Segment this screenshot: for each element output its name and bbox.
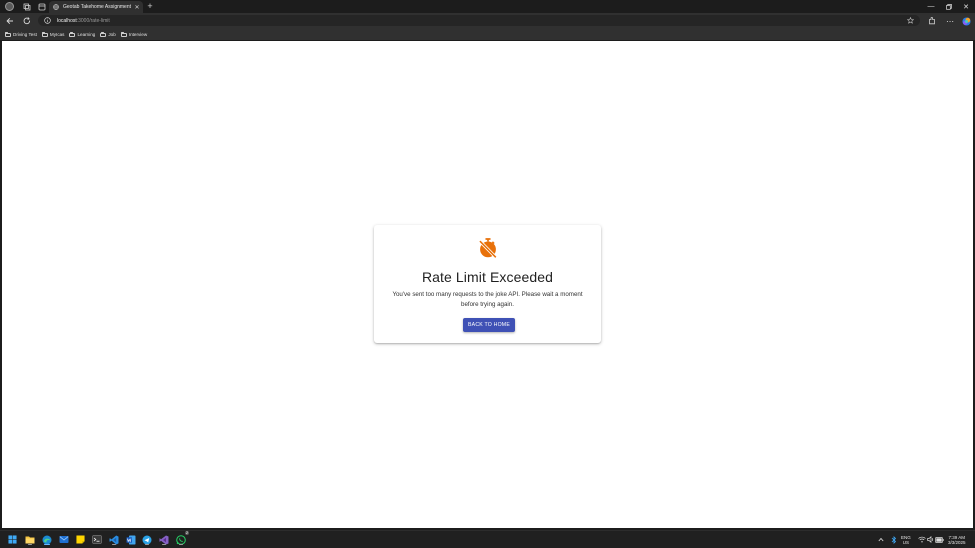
more-options-icon[interactable]: ⋯ — [945, 16, 955, 26]
extensions-icon[interactable] — [927, 16, 937, 26]
page-title: Rate Limit Exceeded — [421, 269, 554, 285]
whatsapp-icon[interactable]: 2 — [175, 531, 189, 545]
rate-limit-card: Rate Limit Exceeded You've sent too many… — [374, 225, 601, 343]
profile-avatar[interactable] — [5, 2, 14, 11]
notification-badge: 2 — [185, 531, 189, 535]
folder-icon — [100, 31, 107, 37]
window-close-icon[interactable]: ✕ — [957, 0, 975, 13]
bookmark-label: Learning — [77, 32, 96, 37]
mail-icon[interactable] — [58, 534, 69, 545]
folder-icon — [69, 31, 76, 37]
copilot-icon[interactable] — [961, 16, 971, 26]
edge-browser-icon[interactable] — [41, 534, 52, 545]
taskbar: 2 ENG US 7:39 AM 3/3/2025 — [0, 530, 975, 548]
clock[interactable]: 7:39 AM 3/3/2025 — [948, 535, 966, 545]
page-viewport: Rate Limit Exceeded You've sent too many… — [2, 41, 973, 528]
back-arrow-icon[interactable] — [5, 16, 15, 26]
running-indicator — [27, 544, 32, 545]
message-line-2: before trying again. — [461, 300, 514, 308]
file-explorer-icon[interactable] — [24, 534, 35, 545]
bookmark-label: Job — [108, 32, 116, 37]
folder-icon — [5, 31, 11, 37]
clock-date: 3/3/2025 — [948, 540, 966, 545]
region-code: US — [902, 540, 910, 545]
bookmark-folder[interactable]: Learning — [69, 31, 96, 37]
new-tab-icon[interactable]: + — [146, 1, 154, 12]
bookmarks-bar: Driving Test MyIcas Learning Job Intervi… — [0, 29, 975, 40]
start-windows-icon[interactable] — [7, 534, 18, 545]
running-indicator — [111, 544, 116, 545]
chat-app-icon[interactable] — [141, 534, 152, 545]
sticky-notes-icon[interactable] — [75, 534, 86, 545]
running-indicator — [144, 544, 149, 545]
running-indicator — [161, 544, 166, 545]
favorite-star-icon[interactable] — [907, 17, 914, 24]
bookmark-folder[interactable]: Interview — [120, 31, 148, 37]
bookmark-folder[interactable]: MyIcas — [41, 31, 65, 37]
bluetooth-icon[interactable] — [888, 534, 899, 545]
bookmark-label: Driving Test — [13, 32, 37, 37]
tab-strip: Geotab Takehome Assignment ✕ + — ✕ — [0, 0, 975, 13]
bookmark-label: Interview — [128, 32, 148, 37]
tab-close-icon[interactable]: ✕ — [133, 4, 141, 11]
bookmark-folder[interactable]: Job — [100, 31, 116, 37]
alarm-off-icon — [478, 238, 497, 259]
workspaces-icon[interactable] — [22, 2, 31, 11]
url-path: :3000/rate-limit — [76, 17, 110, 24]
vscode-icon[interactable] — [108, 534, 119, 545]
tab-actions-icon[interactable] — [37, 2, 46, 11]
address-bar[interactable]: localhost:3000/rate-limit — [38, 15, 920, 26]
back-to-home-button[interactable]: BACK TO HOME — [463, 318, 515, 332]
restore-icon[interactable] — [940, 0, 958, 13]
tab-active[interactable]: Geotab Takehome Assignment ✕ — [49, 1, 143, 13]
running-indicator — [43, 544, 50, 545]
tab-title: Geotab Takehome Assignment — [63, 4, 132, 10]
visual-studio-icon[interactable] — [158, 534, 169, 545]
word-icon[interactable] — [125, 534, 136, 545]
running-indicator — [178, 544, 183, 545]
url-host: localhost — [57, 17, 77, 24]
minimize-icon[interactable]: — — [922, 0, 940, 13]
bookmark-label: MyIcas — [49, 32, 65, 37]
bookmark-folder[interactable]: Driving Test — [5, 31, 37, 37]
terminal-icon[interactable] — [91, 534, 102, 545]
refresh-icon[interactable] — [22, 16, 32, 26]
browser-toolbar: localhost:3000/rate-limit ⋯ — [0, 13, 975, 29]
battery-icon[interactable] — [934, 534, 945, 545]
folder-icon — [120, 31, 127, 37]
show-hidden-icons-chevron-up-icon[interactable] — [875, 534, 886, 545]
folder-icon — [41, 31, 48, 37]
language-indicator[interactable]: ENG US — [901, 535, 911, 545]
rate-limit-message: You've sent too many requests to the jok… — [388, 290, 587, 309]
site-info-icon[interactable] — [44, 17, 51, 24]
message-line-1: You've sent too many requests to the jok… — [392, 291, 583, 298]
globe-icon — [53, 4, 59, 10]
